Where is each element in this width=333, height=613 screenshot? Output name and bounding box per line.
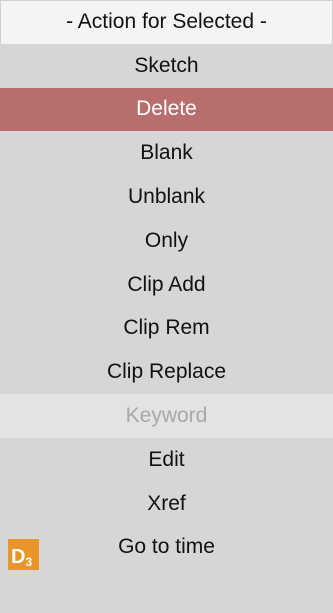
menu-item-unblank[interactable]: Unblank [0, 175, 333, 219]
menu-item-only[interactable]: Only [0, 219, 333, 263]
menu-header-action-for-selected[interactable]: - Action for Selected - [0, 0, 333, 44]
menu-item-edit[interactable]: Edit [0, 438, 333, 482]
menu-item-blank[interactable]: Blank [0, 131, 333, 175]
menu-item-go-to-time-label: Go to time [118, 535, 215, 559]
d3-badge-icon: D 3 [8, 538, 39, 570]
menu-item-go-to-time[interactable]: D 3 Go to time [0, 526, 333, 570]
menu-item-clip-replace[interactable]: Clip Replace [0, 350, 333, 394]
menu-item-sketch[interactable]: Sketch [0, 44, 333, 88]
menu-item-delete[interactable]: Delete [0, 87, 333, 132]
badge-subscript: 3 [25, 554, 33, 569]
action-menu: - Action for Selected - Sketch Delete Bl… [0, 0, 333, 613]
badge-main-letter: D [11, 545, 26, 568]
menu-item-clip-add[interactable]: Clip Add [0, 263, 333, 307]
menu-item-xref[interactable]: Xref [0, 482, 333, 526]
menu-item-keyword: Keyword [0, 394, 333, 438]
menu-item-clip-rem[interactable]: Clip Rem [0, 307, 333, 351]
